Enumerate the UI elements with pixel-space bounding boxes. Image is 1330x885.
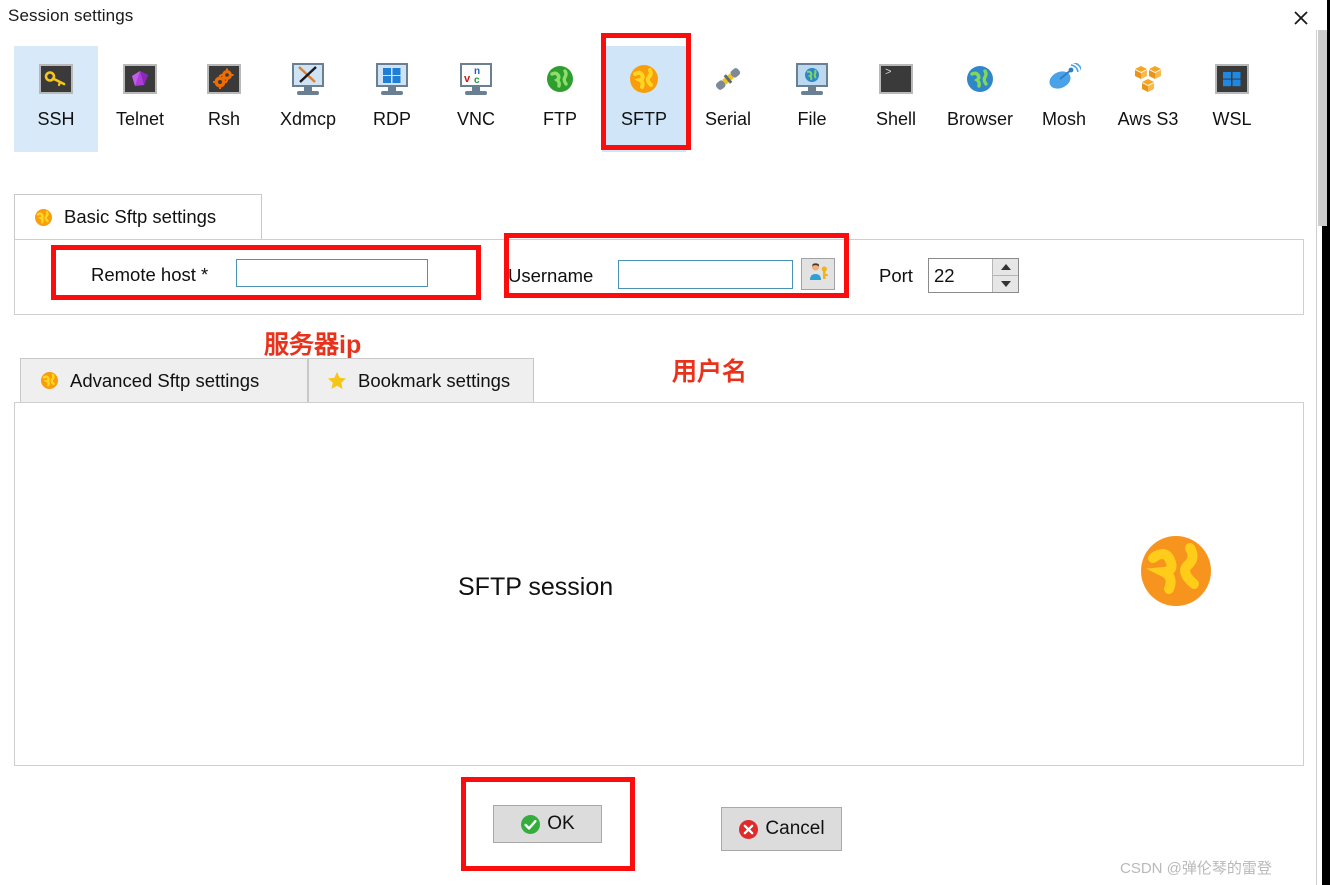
toolbar-item-shell[interactable]: > Shell bbox=[854, 46, 938, 152]
port-increment-button[interactable] bbox=[993, 259, 1018, 276]
ok-button[interactable]: OK bbox=[493, 805, 602, 843]
toolbar-item-browser[interactable]: Browser bbox=[938, 46, 1022, 152]
toolbar-item-label: File bbox=[797, 109, 827, 129]
terminal-icon: > bbox=[877, 60, 915, 98]
user-key-icon bbox=[807, 261, 829, 288]
toolbar-item-label: Xdmcp bbox=[279, 109, 337, 129]
toolbar-item-aws-s3[interactable]: Aws S3 bbox=[1106, 46, 1190, 152]
toolbar-item-label: Aws S3 bbox=[1117, 109, 1179, 129]
green-check-icon bbox=[520, 814, 541, 835]
toolbar-item-label: SSH bbox=[37, 109, 75, 129]
toolbar-item-wsl[interactable]: WSL bbox=[1190, 46, 1274, 152]
title-bar: Session settings bbox=[0, 0, 1316, 34]
toolbar-item-rsh[interactable]: Rsh bbox=[182, 46, 266, 152]
aws-cubes-icon bbox=[1129, 60, 1167, 98]
toolbar-item-label: FTP bbox=[543, 109, 577, 129]
toolbar-item-ftp[interactable]: FTP bbox=[518, 46, 602, 152]
satellite-icon bbox=[1045, 60, 1083, 98]
gears-icon bbox=[205, 60, 243, 98]
toolbar-item-serial[interactable]: Serial bbox=[686, 46, 770, 152]
toolbar-item-label: VNC bbox=[456, 109, 495, 129]
key-icon bbox=[37, 60, 75, 98]
toolbar-item-label: Shell bbox=[875, 109, 917, 129]
tab-basic-sftp-settings[interactable]: Basic Sftp settings bbox=[14, 194, 262, 240]
blue-globe-icon bbox=[961, 60, 999, 98]
red-x-icon bbox=[738, 819, 759, 840]
advanced-settings-tabstrip: Advanced Sftp settings Bookmark settings bbox=[14, 358, 1304, 402]
tab-label: Bookmark settings bbox=[358, 369, 511, 391]
tab-label: Advanced Sftp settings bbox=[70, 369, 260, 391]
tab-label: Basic Sftp settings bbox=[64, 206, 217, 227]
star-icon bbox=[327, 371, 347, 391]
x-monitor-icon bbox=[289, 60, 327, 98]
ok-button-label: OK bbox=[547, 813, 575, 834]
protocol-toolbar: SSH Telnet Rsh Xdmcp RDP v n c VNC FTP S… bbox=[14, 46, 1274, 152]
username-browse-button[interactable] bbox=[801, 258, 835, 290]
chevron-up-icon bbox=[1000, 264, 1011, 270]
toolbar-item-vnc[interactable]: v n c VNC bbox=[434, 46, 518, 152]
toolbar-item-label: SFTP bbox=[620, 109, 667, 129]
session-type-label: SFTP session bbox=[458, 573, 614, 601]
toolbar-item-xdmcp[interactable]: Xdmcp bbox=[266, 46, 350, 152]
toolbar-item-label: Rsh bbox=[207, 109, 240, 129]
toolbar-item-ssh[interactable]: SSH bbox=[14, 46, 98, 152]
vnc-monitor-icon: v n c bbox=[457, 60, 495, 98]
toolbar-item-label: Mosh bbox=[1041, 109, 1086, 129]
toolbar-item-mosh[interactable]: Mosh bbox=[1022, 46, 1106, 152]
orange-globe-icon bbox=[625, 60, 663, 98]
basic-settings-tabstrip: Basic Sftp settings bbox=[14, 194, 1304, 240]
windows-icon bbox=[1213, 60, 1251, 98]
port-spinner-arrows bbox=[992, 259, 1018, 292]
svg-text:c: c bbox=[474, 75, 480, 85]
port-label: Port bbox=[879, 265, 913, 286]
tab-advanced-sftp-settings[interactable]: Advanced Sftp settings bbox=[20, 358, 308, 402]
toolbar-item-file[interactable]: File bbox=[770, 46, 854, 152]
plug-icon bbox=[709, 60, 747, 98]
toolbar-item-rdp[interactable]: RDP bbox=[350, 46, 434, 152]
remote-host-label: Remote host * bbox=[91, 264, 209, 285]
file-monitor-icon bbox=[793, 60, 831, 98]
annotation-label-server-ip: 服务器ip bbox=[264, 331, 362, 359]
username-label: Username bbox=[508, 265, 594, 286]
toolbar-item-label: Browser bbox=[946, 109, 1013, 129]
toolbar-item-label: Serial bbox=[704, 109, 752, 129]
cancel-button[interactable]: Cancel bbox=[721, 807, 842, 851]
orange-globe-icon bbox=[39, 371, 59, 391]
svg-text:v: v bbox=[464, 73, 471, 85]
close-icon[interactable] bbox=[1286, 5, 1316, 31]
remote-host-input[interactable] bbox=[236, 259, 428, 287]
windows-monitor-icon bbox=[373, 60, 411, 98]
session-settings-dialog: Session settings SSH Telnet Rsh Xdmcp RD… bbox=[0, 0, 1330, 885]
tab-bookmark-settings[interactable]: Bookmark settings bbox=[308, 358, 534, 402]
toolbar-item-label: WSL bbox=[1212, 109, 1252, 129]
watermark: CSDN @弹伦琴的雷登 bbox=[1120, 860, 1272, 877]
orange-globe-icon bbox=[1139, 534, 1213, 613]
toolbar-item-sftp[interactable]: SFTP bbox=[602, 46, 686, 152]
session-preview-panel: SFTP session bbox=[14, 402, 1304, 766]
orange-globe-icon bbox=[33, 207, 53, 227]
cancel-button-label: Cancel bbox=[765, 818, 825, 839]
port-stepper[interactable]: 22 bbox=[928, 258, 1019, 293]
page-title: Session settings bbox=[8, 6, 134, 25]
chevron-down-icon bbox=[1000, 281, 1011, 287]
toolbar-item-telnet[interactable]: Telnet bbox=[98, 46, 182, 152]
purple-cube-icon bbox=[121, 60, 159, 98]
green-globe-icon bbox=[541, 60, 579, 98]
basic-settings-panel: Remote host * Username Port 22 bbox=[14, 239, 1304, 315]
toolbar-item-label: RDP bbox=[372, 109, 411, 129]
username-input[interactable] bbox=[618, 260, 793, 289]
port-value[interactable]: 22 bbox=[929, 259, 992, 292]
port-decrement-button[interactable] bbox=[993, 276, 1018, 292]
toolbar-item-label: Telnet bbox=[115, 109, 165, 129]
